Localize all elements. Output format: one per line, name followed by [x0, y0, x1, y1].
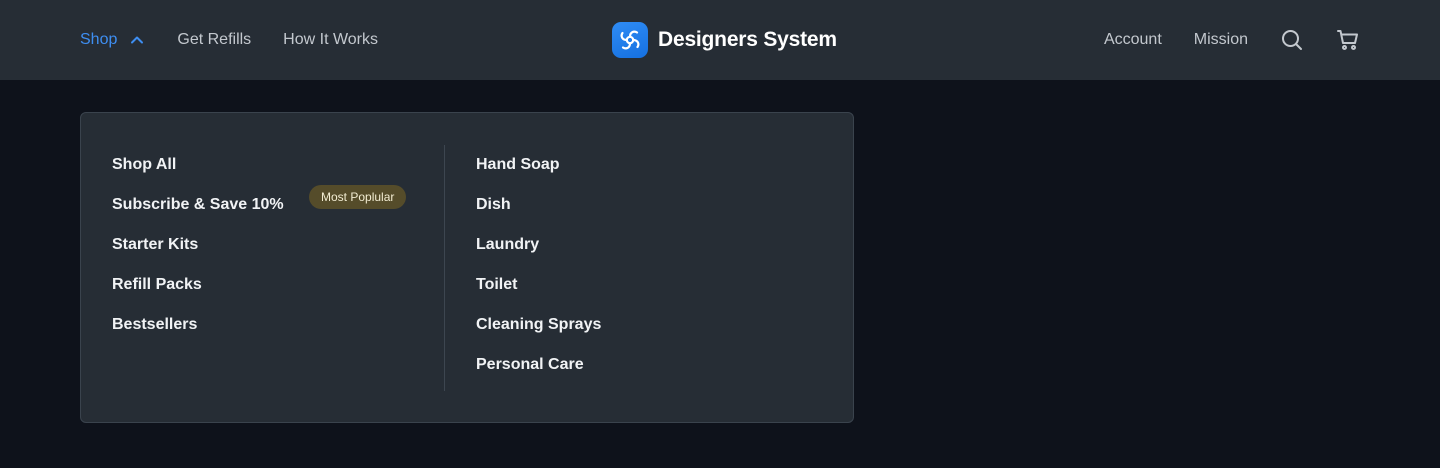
nav-get-refills[interactable]: Get Refills [177, 31, 251, 49]
search-icon[interactable] [1280, 28, 1304, 52]
menu-item-refill-packs[interactable]: Refill Packs [112, 265, 412, 305]
menu-item-shop-all[interactable]: Shop All [112, 145, 412, 185]
chevron-up-icon [129, 32, 145, 48]
nav-shop-label: Shop [80, 31, 118, 48]
menu-item-cleaning-sprays[interactable]: Cleaning Sprays [476, 305, 816, 345]
menu-item-hand-soap[interactable]: Hand Soap [476, 145, 816, 185]
brand-logo-link[interactable]: Designers System [612, 22, 837, 58]
menu-item-bestsellers[interactable]: Bestsellers [112, 305, 412, 345]
most-popular-badge: Most Poplular [309, 185, 407, 209]
nav-how-it-works[interactable]: How It Works [283, 31, 378, 49]
top-navigation-bar: Shop Get Refills How It Works Designers … [0, 0, 1440, 80]
pinwheel-icon [612, 22, 648, 58]
menu-item-dish[interactable]: Dish [476, 185, 816, 225]
cart-icon[interactable] [1336, 28, 1360, 52]
shop-menu-column: Shop All Subscribe & Save 10% Starter Ki… [112, 145, 412, 345]
menu-item-toilet[interactable]: Toilet [476, 265, 816, 305]
column-divider [444, 145, 445, 391]
menu-item-laundry[interactable]: Laundry [476, 225, 816, 265]
brand-name: Designers System [658, 28, 837, 51]
nav-shop[interactable]: Shop [80, 31, 145, 49]
menu-item-personal-care[interactable]: Personal Care [476, 345, 816, 385]
secondary-nav: Account Mission [1104, 0, 1360, 80]
category-menu-column: Hand Soap Dish Laundry Toilet Cleaning S… [476, 145, 816, 385]
menu-item-starter-kits[interactable]: Starter Kits [112, 225, 412, 265]
shop-dropdown-menu: Shop All Subscribe & Save 10% Starter Ki… [80, 112, 854, 423]
primary-nav: Shop Get Refills How It Works [80, 0, 378, 80]
nav-mission[interactable]: Mission [1194, 31, 1248, 49]
nav-account[interactable]: Account [1104, 31, 1162, 49]
